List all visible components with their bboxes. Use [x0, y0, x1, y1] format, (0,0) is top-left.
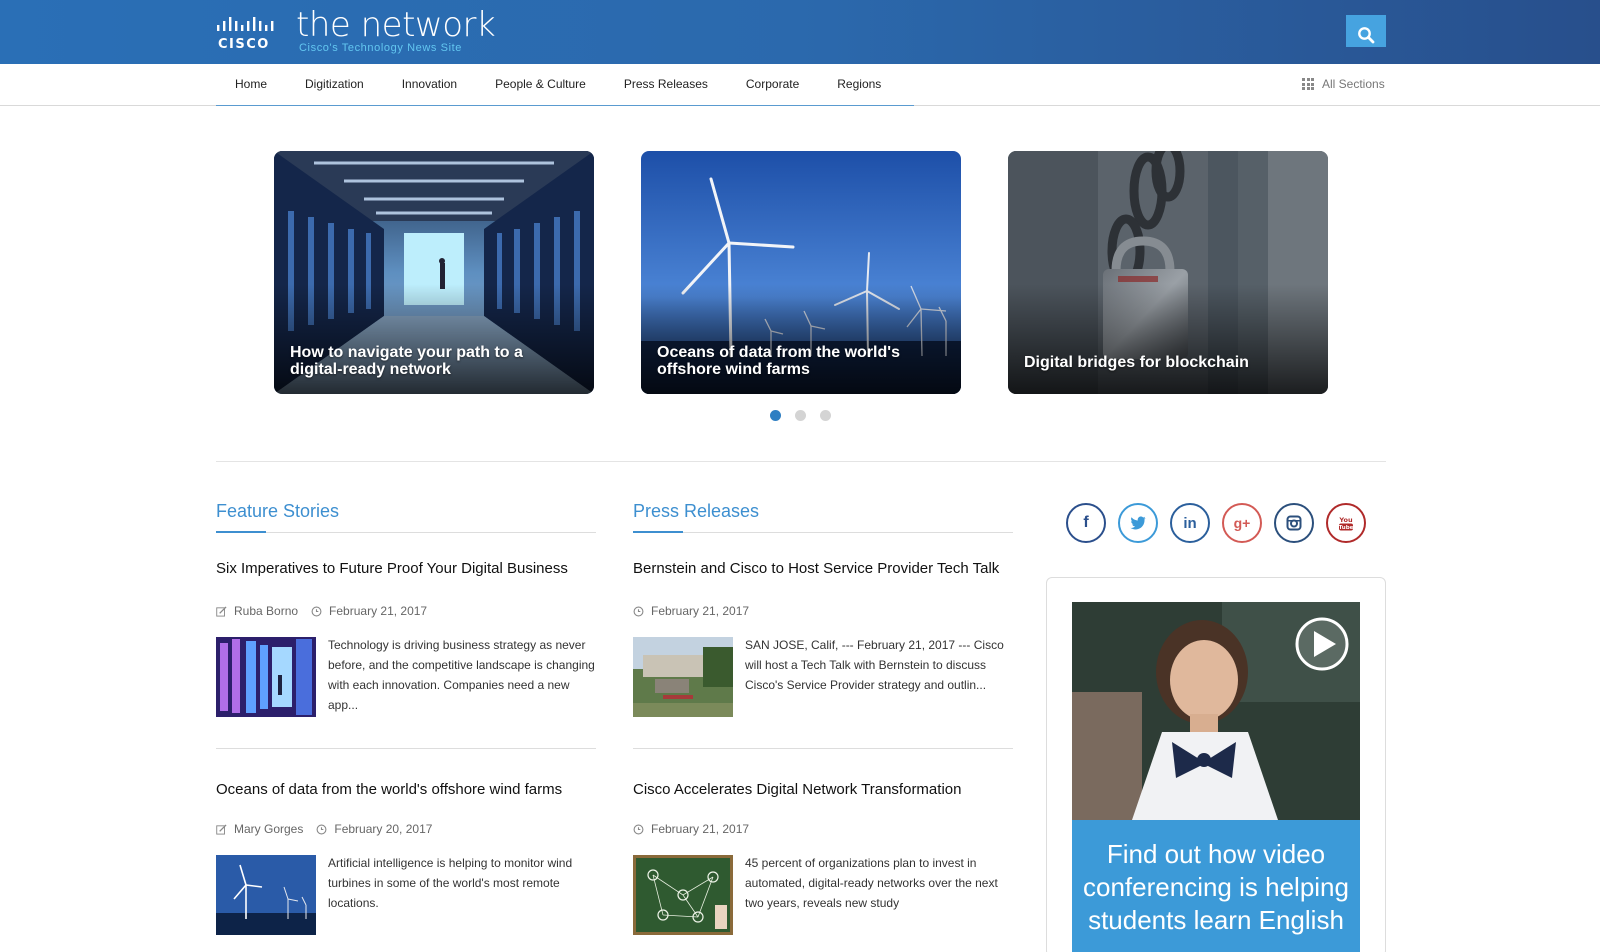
feature-stories-heading[interactable]: Feature Stories [216, 500, 596, 533]
story-date: February 20, 2017 [334, 822, 433, 836]
story-meta: February 21, 2017 [633, 822, 749, 836]
story-excerpt: Artificial intelligence is helping to mo… [328, 856, 573, 910]
story-date: February 21, 2017 [651, 822, 750, 836]
caption-gradient [1008, 284, 1328, 394]
story-meta: February 21, 2017 [633, 604, 749, 618]
story-thumbnail[interactable] [216, 855, 316, 935]
site-subtitle: Cisco's Technology News Site [299, 42, 462, 54]
twitter-icon[interactable] [1118, 503, 1158, 543]
all-sections-label: All Sections [1322, 77, 1385, 91]
story-meta: Mary Gorges February 20, 2017 [216, 822, 432, 836]
story-title[interactable]: Bernstein and Cisco to Host Service Prov… [633, 560, 999, 577]
nav-item-digitization[interactable]: Digitization [286, 64, 383, 105]
main-nav: Home Digitization Innovation People & Cu… [0, 64, 1600, 106]
nav-item-corporate[interactable]: Corporate [727, 64, 818, 105]
search-icon [1358, 26, 1375, 43]
section-divider [216, 461, 1386, 462]
press-releases-column: Press Releases Bernstein and Cisco to Ho… [633, 500, 1013, 952]
story-meta: Ruba Borno February 21, 2017 [216, 604, 427, 618]
carousel-dot-2[interactable] [795, 410, 806, 421]
carousel-pagination [770, 410, 831, 421]
press-releases-heading[interactable]: Press Releases [633, 500, 1013, 533]
site-header: CISCO the network Cisco's Technology New… [0, 0, 1600, 64]
story-thumbnail[interactable] [633, 855, 733, 935]
search-button[interactable] [1346, 15, 1386, 47]
nav-item-regions[interactable]: Regions [818, 64, 900, 105]
promo-text[interactable]: Find out how video conferencing is helpi… [1072, 820, 1360, 952]
story-date: February 21, 2017 [329, 604, 428, 618]
edit-icon [216, 605, 227, 617]
story-author[interactable]: Mary Gorges [234, 822, 303, 836]
story-excerpt: Technology is driving business strategy … [328, 638, 595, 712]
all-sections-menu[interactable]: All Sections [1302, 64, 1385, 104]
press-story: Bernstein and Cisco to Host Service Prov… [633, 533, 1013, 748]
nav-item-innovation[interactable]: Innovation [383, 64, 476, 105]
clock-icon [311, 606, 322, 616]
clock-icon [633, 824, 644, 834]
story-excerpt: SAN JOSE, Calif, --- February 21, 2017 -… [745, 638, 1004, 692]
story-excerpt: 45 percent of organizations plan to inve… [745, 856, 998, 910]
feature-stories-column: Feature Stories Six Imperatives to Futur… [216, 500, 596, 952]
play-icon[interactable] [1295, 617, 1349, 671]
grid-icon [1302, 78, 1314, 90]
story-title[interactable]: Cisco Accelerates Digital Network Transf… [633, 781, 961, 798]
clock-icon [316, 824, 327, 834]
carousel-card-blockchain[interactable]: Digital bridges for blockchain [1008, 151, 1328, 394]
nav-item-people-culture[interactable]: People & Culture [476, 64, 605, 105]
site-title[interactable]: the network [296, 5, 496, 45]
svg-text:Tube: Tube [1339, 525, 1354, 531]
story-title[interactable]: Six Imperatives to Future Proof Your Dig… [216, 560, 568, 577]
story-author[interactable]: Ruba Borno [234, 604, 298, 618]
nav-items: Home Digitization Innovation People & Cu… [216, 64, 914, 106]
feature-story: Six Imperatives to Future Proof Your Dig… [216, 533, 596, 748]
edit-icon [216, 823, 227, 835]
carousel-dot-1[interactable] [770, 410, 781, 421]
nav-item-home[interactable]: Home [216, 64, 286, 105]
story-thumbnail[interactable] [216, 637, 316, 717]
story-title[interactable]: Oceans of data from the world's offshore… [216, 781, 562, 798]
social-links: f in g+ You Tube [1066, 503, 1366, 543]
svg-text:CISCO: CISCO [218, 37, 270, 52]
story-thumbnail[interactable] [633, 637, 733, 717]
nav-item-press-releases[interactable]: Press Releases [605, 64, 727, 105]
carousel-caption: How to navigate your path to a digital-r… [290, 344, 523, 378]
cisco-logo[interactable]: CISCO [216, 12, 280, 52]
carousel-caption: Oceans of data from the world's offshore… [657, 344, 900, 378]
youtube-icon[interactable]: You Tube [1326, 503, 1366, 543]
facebook-icon[interactable]: f [1066, 503, 1106, 543]
promo-video-thumbnail[interactable] [1072, 602, 1360, 820]
svg-text:You: You [1338, 516, 1353, 524]
linkedin-icon[interactable]: in [1170, 503, 1210, 543]
carousel-card-data-center[interactable]: How to navigate your path to a digital-r… [274, 151, 594, 394]
instagram-icon[interactable] [1274, 503, 1314, 543]
carousel-caption: Digital bridges for blockchain [1024, 354, 1249, 371]
google-plus-icon[interactable]: g+ [1222, 503, 1262, 543]
press-story: Cisco Accelerates Digital Network Transf… [633, 748, 1013, 952]
feature-story: Oceans of data from the world's offshore… [216, 748, 596, 952]
story-date: February 21, 2017 [651, 604, 750, 618]
carousel-card-wind-farms[interactable]: Oceans of data from the world's offshore… [641, 151, 961, 394]
clock-icon [633, 606, 644, 616]
carousel-dot-3[interactable] [820, 410, 831, 421]
